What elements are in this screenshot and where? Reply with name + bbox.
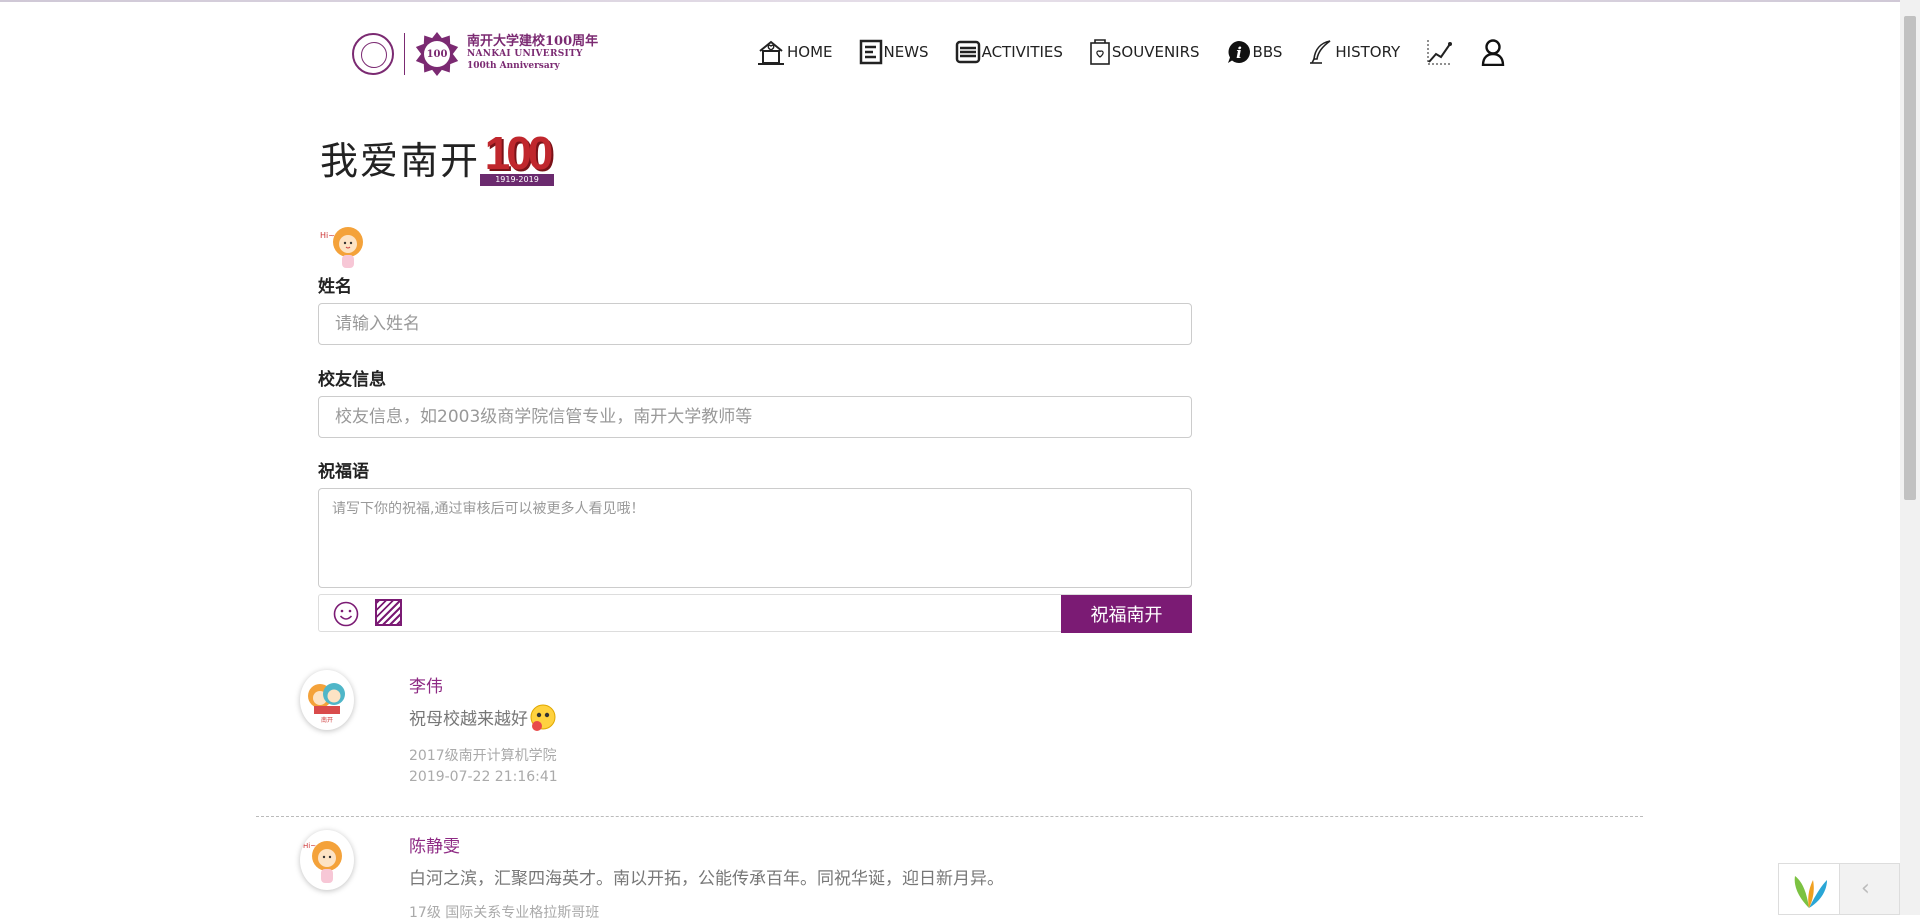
info-icon: i [1226,39,1252,65]
news-icon [859,39,883,65]
nav-home-label: HOME [787,43,833,61]
nav-history-label: HISTORY [1335,43,1401,61]
wish-label: 祝福语 [318,462,369,482]
centenary-emblem: 100 1919-2019 [480,130,554,186]
logo-line-3: 100th Anniversary [467,61,560,71]
main-nav: HOME NEWS ACTIVITIES SOUVENIRS i BBS HIS… [756,36,1532,68]
svg-text:Hi~: Hi~ [320,231,335,240]
nav-news-label: NEWS [883,43,929,61]
user-icon [1480,38,1506,66]
avatar: 南开 [300,670,354,730]
page-title: 我爱南开 [320,139,481,183]
corner-widget[interactable]: ‹ [1778,863,1900,915]
activities-icon [955,40,981,64]
svg-text:i: i [1236,44,1242,62]
alumni-info-input[interactable] [318,396,1192,438]
mascot-icon: Hi~ [318,224,368,272]
avatar: Hi~ [300,830,354,890]
comment-timestamp: 2019-07-22 21:16:41 [409,769,558,785]
anniversary-badge-icon: 100 [415,32,459,76]
nav-souvenirs-label: SOUVENIRS [1111,43,1200,61]
comment-alumni-info: 17级 国际关系专业格拉斯哥班 [409,905,600,921]
alumni-label: 校友信息 [318,370,386,390]
logo-line-2: NANKAI UNIVERSITY [467,49,583,59]
name-input[interactable] [318,303,1192,345]
logo-line-1: 南开大学建校100周年 [467,34,599,49]
chart-icon [1426,38,1454,66]
svg-text:Hi~: Hi~ [303,842,316,850]
site-logo[interactable]: 100 南开大学建校100周年 NANKAI UNIVERSITY 100th … [352,32,598,76]
submit-wish-button[interactable]: 祝福南开 [1061,595,1192,633]
comment-text: 白河之滨，汇聚四海英才。南以开拓，公能传承百年。同祝华诞，迎日新月异。 [409,869,1004,889]
comment-text-content: 祝母校越来越好 [409,709,528,730]
comment-author: 李伟 [409,677,443,697]
nav-history[interactable]: HISTORY [1308,39,1400,65]
nav-news[interactable]: NEWS [859,39,929,65]
top-accent-line [0,0,1920,2]
comment-alumni-info: 2017级南开计算机学院 [409,748,557,764]
logo-text: 南开大学建校100周年 NANKAI UNIVERSITY 100th Anni… [467,34,599,72]
comment-author: 陈静雯 [409,837,460,857]
nav-activities[interactable]: ACTIVITIES [955,40,1063,64]
nav-chart[interactable] [1426,38,1454,66]
home-icon [756,37,786,67]
university-seal-icon [352,33,394,75]
page-scrollbar[interactable] [1900,0,1920,915]
comment-text: 祝母校越来越好 [409,702,558,737]
wish-textarea[interactable] [318,488,1192,588]
name-label: 姓名 [318,277,352,297]
nav-souvenirs[interactable]: SOUVENIRS [1089,38,1200,66]
nav-bbs-label: BBS [1252,43,1283,61]
scrollbar-thumb[interactable] [1904,16,1916,500]
emoji-icon[interactable] [333,601,359,627]
image-upload-icon[interactable] [375,599,402,626]
nav-activities-label: ACTIVITIES [981,43,1063,61]
comment-divider [256,816,1643,817]
nav-home[interactable]: HOME [756,37,833,67]
souvenirs-icon [1089,38,1111,66]
centenary-years: 1919-2019 [480,174,554,186]
logo-separator [404,33,405,75]
centenary-number: 100 [484,127,554,179]
nav-user[interactable] [1480,38,1506,66]
leaf-logo-icon [1779,864,1840,914]
collapse-arrow-icon[interactable]: ‹ [1861,876,1870,901]
quill-icon [1308,39,1334,65]
blush-emoji-icon [528,702,558,737]
nav-bbs[interactable]: i BBS [1226,39,1283,65]
svg-text:南开: 南开 [321,716,333,724]
